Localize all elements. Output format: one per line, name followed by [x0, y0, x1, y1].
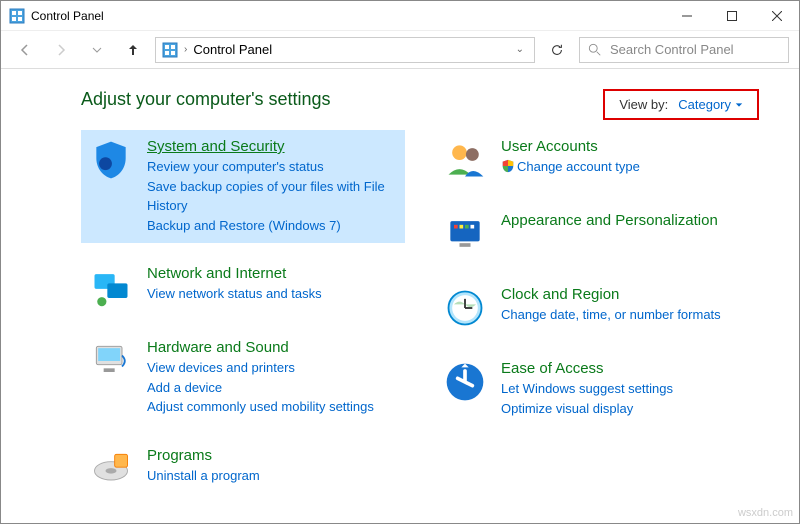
- programs-icon: [89, 447, 133, 491]
- category-title[interactable]: Ease of Access: [501, 360, 751, 377]
- category-link[interactable]: Optimize visual display: [501, 399, 751, 419]
- category-link[interactable]: View network status and tasks: [147, 284, 397, 304]
- view-by-dropdown[interactable]: Category: [678, 97, 743, 112]
- breadcrumb-text[interactable]: Control Panel: [193, 42, 272, 57]
- hardware-sound-icon: [89, 339, 133, 383]
- recent-dropdown[interactable]: [83, 36, 111, 64]
- back-button[interactable]: [11, 36, 39, 64]
- category-title[interactable]: User Accounts: [501, 138, 751, 155]
- appearance-icon: [443, 212, 487, 256]
- category-link[interactable]: Backup and Restore (Windows 7): [147, 216, 397, 236]
- clock-region-icon: [443, 286, 487, 330]
- left-column: System and Security Review your computer'…: [81, 130, 405, 499]
- category-title[interactable]: System and Security: [147, 138, 397, 155]
- category-link[interactable]: Change account type: [501, 157, 751, 177]
- category-link[interactable]: Adjust commonly used mobility settings: [147, 397, 397, 417]
- search-icon: [588, 43, 602, 57]
- close-button[interactable]: [754, 1, 799, 31]
- category-user-accounts: User Accounts Change account type: [435, 130, 759, 190]
- window-title: Control Panel: [31, 9, 664, 23]
- category-ease-access: Ease of Access Let Windows suggest settin…: [435, 352, 759, 426]
- maximize-button[interactable]: [709, 1, 754, 31]
- view-by-label: View by:: [619, 97, 668, 112]
- control-panel-icon: [162, 42, 178, 58]
- category-link[interactable]: View devices and printers: [147, 358, 397, 378]
- titlebar: Control Panel: [1, 1, 799, 31]
- category-programs: Programs Uninstall a program: [81, 439, 405, 499]
- navbar: › Control Panel ⌄ Search Control Panel: [1, 31, 799, 69]
- categories: System and Security Review your computer'…: [81, 130, 759, 499]
- category-title[interactable]: Clock and Region: [501, 286, 751, 303]
- refresh-button[interactable]: [543, 37, 571, 63]
- chevron-down-icon[interactable]: ⌄: [512, 44, 528, 55]
- address-bar[interactable]: › Control Panel ⌄: [155, 37, 535, 63]
- window-controls: [664, 1, 799, 31]
- category-link[interactable]: Add a device: [147, 378, 397, 398]
- category-system-security: System and Security Review your computer'…: [81, 130, 405, 243]
- category-title[interactable]: Hardware and Sound: [147, 339, 397, 356]
- category-link[interactable]: Change date, time, or number formats: [501, 305, 751, 325]
- category-appearance: Appearance and Personalization: [435, 204, 759, 264]
- right-column: User Accounts Change account type Appearan…: [435, 130, 759, 499]
- category-title[interactable]: Appearance and Personalization: [501, 212, 751, 229]
- category-network-internet: Network and Internet View network status …: [81, 257, 405, 317]
- up-button[interactable]: [119, 36, 147, 64]
- content-area: Adjust your computer's settings View by:…: [1, 69, 799, 519]
- view-by-selector: View by: Category: [603, 89, 759, 120]
- category-hardware-sound: Hardware and Sound View devices and print…: [81, 331, 405, 425]
- ease-access-icon: [443, 360, 487, 404]
- watermark: wsxdn.com: [738, 507, 793, 519]
- category-link[interactable]: Let Windows suggest settings: [501, 379, 751, 399]
- category-link[interactable]: Save backup copies of your files with Fi…: [147, 177, 397, 216]
- user-accounts-icon: [443, 138, 487, 182]
- category-clock-region: Clock and Region Change date, time, or nu…: [435, 278, 759, 338]
- forward-button[interactable]: [47, 36, 75, 64]
- search-placeholder: Search Control Panel: [610, 42, 734, 57]
- minimize-button[interactable]: [664, 1, 709, 31]
- chevron-down-icon: [735, 101, 743, 109]
- network-internet-icon: [89, 265, 133, 309]
- control-panel-window: Control Panel › Control Panel ⌄ Search C…: [0, 0, 800, 524]
- category-title[interactable]: Network and Internet: [147, 265, 397, 282]
- category-title[interactable]: Programs: [147, 447, 397, 464]
- category-link[interactable]: Uninstall a program: [147, 466, 397, 486]
- control-panel-icon: [9, 8, 25, 24]
- chevron-right-icon[interactable]: ›: [184, 44, 187, 55]
- system-security-icon: [89, 138, 133, 182]
- category-link[interactable]: Review your computer's status: [147, 157, 397, 177]
- search-input[interactable]: Search Control Panel: [579, 37, 789, 63]
